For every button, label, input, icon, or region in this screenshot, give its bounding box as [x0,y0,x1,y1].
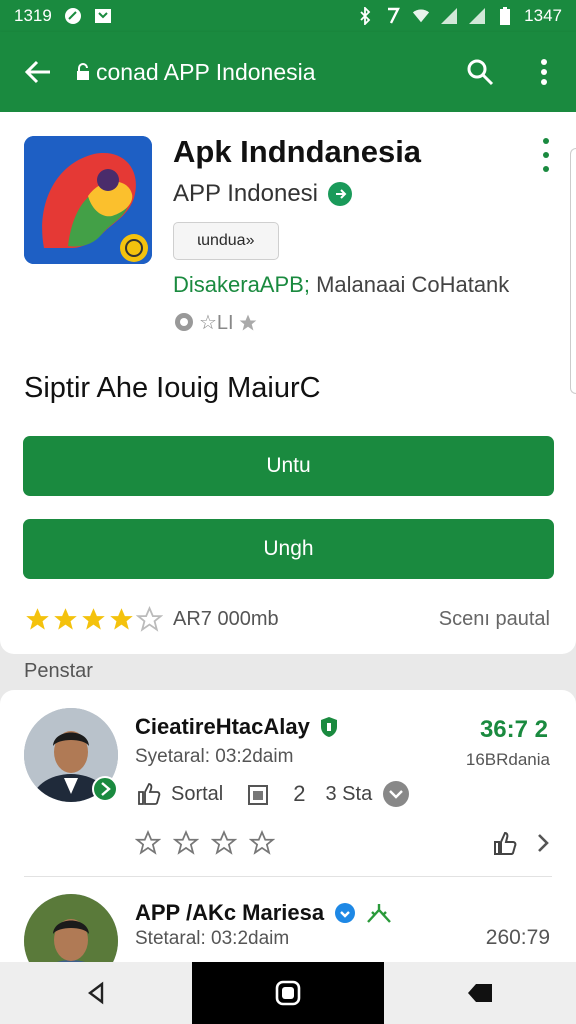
parrot-app-icon[interactable] [24,136,152,264]
chevron-right-icon[interactable] [536,832,550,854]
overflow-menu-button[interactable] [512,32,576,112]
rating-text: AR7 000mb [173,608,279,630]
star-filled-icon [54,608,77,630]
meta-gray-text: Malanaai CoHatank [309,272,510,297]
small-info-text: ☆LI [199,312,234,334]
calendar-icon[interactable] [247,782,269,806]
star-outline-icon[interactable] [211,830,237,856]
nfc-icon [384,7,402,25]
review-score: 260:79 [485,926,550,949]
review-score: 36:7 2 [479,716,548,743]
store-icon [94,7,112,25]
review-actions: Sortal 2 3 Sta [137,780,410,808]
wifi-icon [412,7,430,25]
share-icon[interactable] [492,830,518,856]
battery-icon [496,7,514,25]
rating-stars [24,606,163,633]
back-button[interactable] [0,32,76,112]
lock-icon [77,63,89,80]
reviews-list: CieatireHtacAlay 36:7 2 Syetaral: 03:2da… [0,690,576,970]
rating-row: AR7 000mb Scenı pautal [24,606,550,633]
reviews-label: Penstar [24,660,93,682]
review-count: 2 [293,781,306,806]
developer-name[interactable]: APP Indonesi [173,180,318,208]
star-outline-icon [239,314,256,330]
app-name: Apk Indndanesia [173,134,422,169]
status-bar: 1319 1347 [0,0,576,32]
review-subtitle: Syetaral: 03:2daim [135,746,294,767]
star-filled-icon [82,608,105,630]
star-outline-icon[interactable] [249,830,275,856]
reviewer-name[interactable]: CieatireHtacAlay [135,714,338,740]
navigation-bar [0,962,576,1024]
app-details-card: Apk Indndanesia APP Indonesi ɩundua» Dis… [0,112,576,654]
review-action-label[interactable]: Sortal [171,783,223,806]
status-clock: 1347 [524,6,562,25]
chevron-down-icon[interactable] [382,780,410,808]
verified-badge-icon [335,903,356,923]
star-outline-icon[interactable] [135,830,161,856]
small-info-row: ☆LI [173,310,258,335]
review-right-actions [492,830,550,856]
verified-icon [328,182,352,206]
play-badge-icon [92,776,118,802]
reviewer-name[interactable]: APP /AKc Mariesa [135,900,392,926]
nav-home-button[interactable] [192,962,384,1024]
search-icon [467,59,494,86]
recents-icon [468,984,492,1002]
scroll-indicator [570,148,576,394]
thumbs-up-icon[interactable] [137,782,161,806]
primary-button[interactable]: Untu [23,436,554,496]
nav-recents-button[interactable] [384,962,576,1024]
home-icon [275,980,301,1006]
more-vert-icon[interactable] [536,138,556,172]
star-filled-icon [110,608,133,630]
star-filled-icon [26,608,49,630]
review-star-rating[interactable] [135,830,275,856]
reviewer-name-text: CieatireHtacAlay [135,714,310,739]
category-chip[interactable]: ɩundua» [173,222,279,260]
developer-row[interactable]: APP Indonesi [173,180,352,208]
see-all-link[interactable]: Scenı pautal [439,608,550,631]
nav-back-icon [88,981,104,1005]
review-subtitle: Stetaral: 03:2daim [135,928,290,949]
app-bar-title-text: conad APP Indonesia [96,58,316,85]
status-time: 1319 [14,6,52,25]
bluetooth-icon [356,7,374,25]
secondary-button[interactable]: Ungh [23,519,554,579]
review-stars-label: 3 Sta [325,782,373,805]
location-icon [175,312,193,331]
reviewer-name-text: APP /AKc Mariesa [135,900,325,925]
star-outline-icon[interactable] [173,830,199,856]
search-button[interactable] [448,32,512,112]
app-bar-title: conad APP Indonesia [76,59,316,86]
nav-back-button[interactable] [0,962,192,1024]
divider [24,876,552,877]
leaf-icon [64,7,82,25]
app-meta: DisakeraAPB; Malanaai CoHatank [173,272,509,298]
signal-icon [440,7,458,25]
app-bar: conad APP Indonesia [0,32,576,112]
meta-green-text: DisakeraAPB; [173,272,310,297]
signal-icon [468,7,486,25]
star-outline-icon [136,606,163,632]
avatar[interactable] [24,894,118,970]
back-arrow-icon [24,60,50,84]
verified-shield-icon [320,717,337,737]
section-title: Siptir Ahe Iouig MaiurC [24,372,321,404]
sparkle-icon [367,904,392,923]
more-vert-icon [541,59,547,85]
review-score-sub: 16BRdania [465,750,550,769]
